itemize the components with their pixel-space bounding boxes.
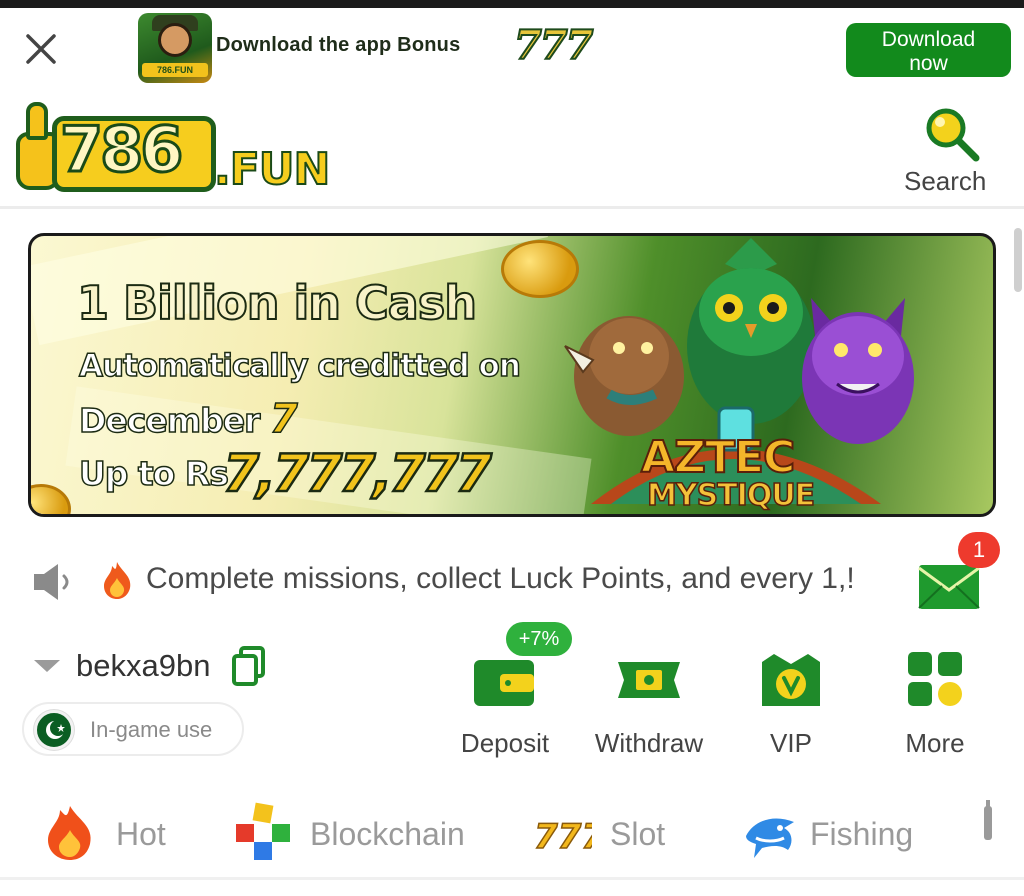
promo-month: December — [78, 400, 261, 441]
currency-region-pill[interactable]: In-game use — [22, 702, 244, 756]
copy-icon[interactable] — [232, 646, 266, 686]
status-bar-edge — [0, 0, 1024, 8]
withdraw-button[interactable]: Withdraw — [594, 636, 704, 766]
tab-hot[interactable]: Hot — [40, 798, 190, 868]
slot-777-icon: 777 — [533, 816, 592, 858]
mail-count-badge: 1 — [958, 532, 1000, 568]
game-title: AZTEC — [640, 431, 796, 484]
app-icon-tag: 786.FUN — [142, 63, 208, 77]
deposit-bonus-badge: +7% — [506, 622, 572, 656]
vip-badge-icon — [762, 654, 820, 706]
game-subtitle: MYSTIQUE — [646, 477, 816, 514]
download-label-line2: now — [909, 51, 948, 75]
scrollbar[interactable] — [1014, 228, 1022, 292]
mail-icon[interactable] — [918, 564, 980, 610]
chevron-down-icon[interactable] — [34, 660, 60, 672]
notice-bar: Complete missions, collect Luck Points, … — [0, 540, 1024, 620]
promo-title: 1 Billion in Cash — [76, 275, 478, 331]
download-label-line1: Download — [881, 27, 976, 51]
download-now-button[interactable]: Download now — [846, 23, 1011, 77]
app-bonus-amount: 777 — [513, 21, 594, 70]
withdraw-label: Withdraw — [594, 728, 704, 758]
speaker-icon[interactable] — [32, 562, 76, 602]
tab-more-partial[interactable] — [978, 798, 998, 868]
site-header: 786 .FUN Search — [0, 90, 1024, 209]
site-logo[interactable]: 786 .FUN — [12, 98, 362, 198]
ingame-label: In-game use — [90, 717, 213, 742]
username: bekxa9bn — [76, 648, 211, 683]
tab-blockchain-label: Blockchain — [310, 816, 465, 852]
tab-blockchain[interactable]: Blockchain — [234, 798, 474, 868]
promo-line-3: Up to Rs — [78, 453, 229, 494]
tab-fishing-label: Fishing — [810, 816, 914, 852]
app-icon: 786.FUN — [138, 13, 212, 83]
search-label: Search — [904, 166, 987, 196]
category-tabs: Hot Blockchain 777 Slot Fishing — [0, 790, 1024, 880]
wallet-icon — [474, 660, 534, 706]
blocks-icon — [236, 802, 290, 860]
vip-label: VIP — [770, 728, 812, 758]
app-banner-text: Download the app Bonus — [216, 34, 461, 56]
vip-button[interactable]: VIP — [736, 636, 846, 766]
logo-number: 786 — [58, 112, 184, 188]
tab-slot[interactable]: 777 Slot — [532, 798, 682, 868]
more-label: More — [905, 728, 965, 758]
app-download-banner: 786.FUN Download the app Bonus 777 Downl… — [0, 8, 1024, 90]
thumbs-up-finger — [26, 102, 48, 140]
bottle-icon — [984, 800, 992, 840]
logo-suffix: .FUN — [213, 143, 331, 196]
tab-hot-label: Hot — [116, 816, 166, 852]
search-button[interactable]: Search — [900, 102, 1000, 198]
shark-icon — [746, 818, 794, 858]
notice-text: Complete missions, collect Luck Points, … — [146, 562, 855, 595]
tab-fishing[interactable]: Fishing — [740, 798, 920, 868]
tab-slot-label: Slot — [610, 816, 666, 852]
cash-icon — [618, 662, 680, 698]
search-icon — [926, 108, 980, 162]
grid-icon — [908, 652, 962, 706]
svg-text:777: 777 — [534, 817, 592, 857]
promo-line-2: December 7 — [78, 395, 298, 443]
promo-banner[interactable]: 1 Billion in Cash Automatically creditte… — [28, 233, 996, 517]
close-icon[interactable] — [22, 30, 60, 68]
fire-icon — [104, 562, 131, 599]
fire-icon — [48, 806, 91, 860]
promo-day: 7 — [269, 395, 298, 443]
pakistan-flag-icon — [34, 710, 74, 750]
more-button[interactable]: More — [880, 636, 990, 766]
deposit-label: Deposit — [460, 728, 550, 758]
coin-icon — [31, 484, 71, 514]
promo-line-1: Automatically creditted on — [78, 347, 521, 385]
promo-amount: 7,777,777 — [222, 443, 493, 506]
